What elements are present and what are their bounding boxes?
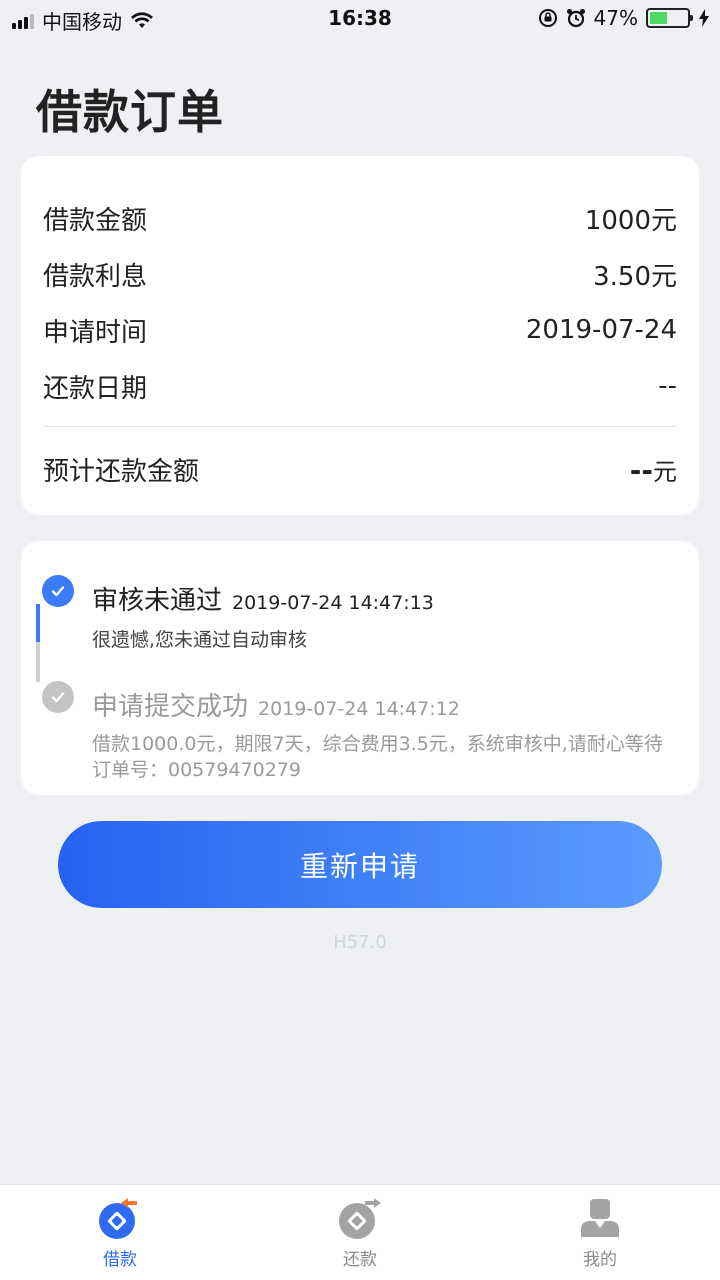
tab-borrow[interactable]: 借款 [0,1185,240,1280]
charging-icon [699,9,709,27]
total-label: 预计还款金额 [43,456,200,487]
check-icon [42,681,74,713]
rotation-lock-icon [538,9,557,27]
info-label: 借款利息 [43,261,148,292]
info-row-apply-time: 申请时间 2019-07-24 [43,302,677,358]
total-value: --元 [630,452,677,487]
version-label: H57.0 [333,932,387,953]
tab-label: 借款 [103,1250,137,1270]
timeline-time: 2019-07-24 14:47:12 [258,698,460,720]
info-row-loan-amount: 借款金额 1000元 [43,190,677,246]
info-row-interest: 借款利息 3.50元 [43,246,677,302]
timeline-head: 申请提交成功 2019-07-24 14:47:12 [92,686,682,723]
battery-percent: 47% [593,6,638,30]
repay-icon [339,1198,381,1239]
timeline-time: 2019-07-24 14:47:13 [232,592,434,614]
alarm-icon [566,9,585,28]
profile-icon [581,1199,619,1237]
timeline-line-inactive [36,642,40,682]
info-value: -- [658,371,677,401]
total-amount: -- [629,453,653,487]
timeline-item-rejected: 审核未通过 2019-07-24 14:47:13 很遗憾,您未通过自动审核 [92,580,682,652]
timeline-item-submitted: 申请提交成功 2019-07-24 14:47:12 借款1000.0元，期限7… [92,686,682,783]
tab-label: 我的 [583,1250,617,1270]
order-info-rows: 借款金额 1000元 借款利息 3.50元 申请时间 2019-07-24 还款… [43,156,677,414]
check-icon [42,575,74,607]
info-row-repay-date: 还款日期 -- [43,358,677,414]
info-value: 2019-07-24 [525,315,677,345]
timeline-line-active [36,604,40,642]
borrow-icon [99,1198,137,1239]
total-unit: 元 [653,457,677,486]
page-title: 借款订单 [36,85,224,139]
status-right: 47% [538,6,710,30]
info-label: 还款日期 [43,373,148,404]
tab-profile[interactable]: 我的 [480,1185,720,1280]
info-value: 1000元 [584,205,677,236]
timeline-desc: 借款1000.0元，期限7天，综合费用3.5元，系统审核中,请耐心等待 订单号：… [92,733,663,781]
tab-bar: 借款 还款 我的 [0,1184,720,1280]
status-bar: 中国移动 16:38 47% [0,0,720,36]
total-repay-row: 预计还款金额 --元 [43,427,677,511]
info-label: 申请时间 [43,317,148,348]
timeline-status: 审核未通过 [92,586,223,616]
timeline-head: 审核未通过 2019-07-24 14:47:13 [92,580,682,617]
battery-icon [646,8,693,28]
tab-label: 还款 [343,1250,377,1270]
tab-repay[interactable]: 还款 [240,1185,480,1280]
reapply-button[interactable]: 重新申请 [58,821,662,908]
timeline-status: 申请提交成功 [92,692,249,722]
order-info-card: 借款金额 1000元 借款利息 3.50元 申请时间 2019-07-24 还款… [21,156,699,515]
info-value: 3.50元 [593,261,677,292]
timeline-desc: 很遗憾,您未通过自动审核 [92,629,308,651]
info-label: 借款金额 [43,205,148,236]
